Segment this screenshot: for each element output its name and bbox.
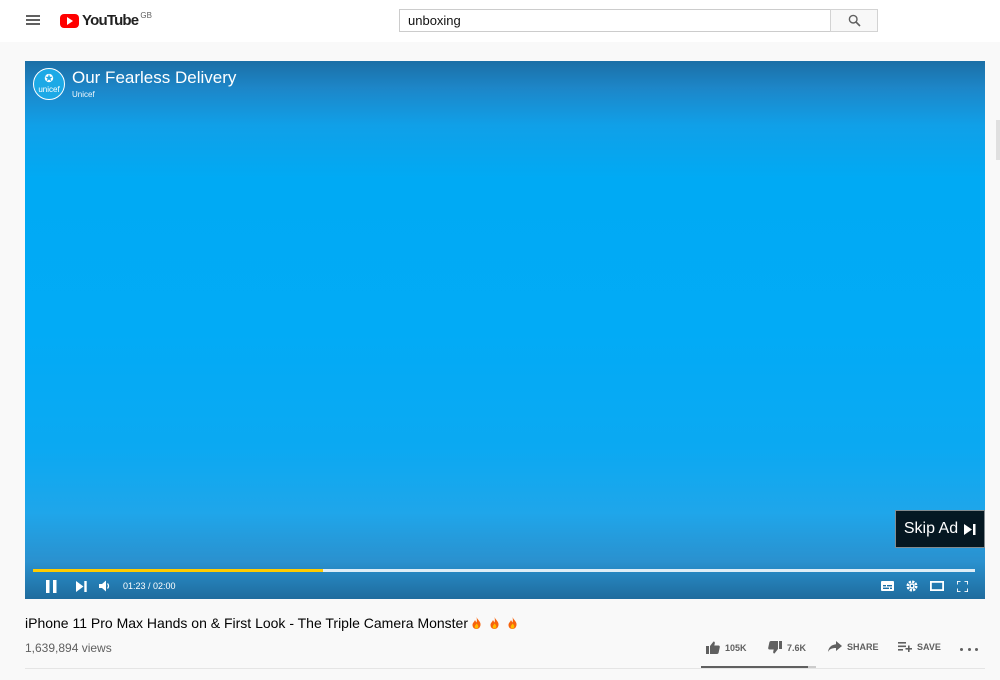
page-scrollbar[interactable] (996, 120, 1000, 160)
ad-channel: Unicef (72, 90, 95, 99)
menu-button[interactable] (22, 13, 44, 29)
like-count: 105K (725, 642, 747, 653)
playlist-add-icon (898, 642, 912, 652)
pause-button[interactable] (43, 577, 59, 595)
save-button[interactable]: SAVE (898, 641, 941, 652)
video-player[interactable]: ✪ unicef Our Fearless Delivery Unicef Sk… (25, 61, 985, 599)
skip-ad-button[interactable]: Skip Ad (895, 510, 985, 548)
more-actions-button[interactable] (960, 643, 978, 655)
hamburger-icon (26, 15, 40, 17)
search-button[interactable] (830, 9, 878, 32)
time-display: 01:23 / 02:00 (123, 581, 176, 591)
settings-icon (906, 580, 918, 592)
ad-title[interactable]: Our Fearless Delivery (72, 67, 236, 89)
thumbs-up-icon (706, 641, 720, 654)
search-icon (848, 14, 861, 27)
theater-mode-button[interactable] (928, 577, 946, 595)
next-button[interactable] (73, 577, 89, 595)
share-button[interactable]: SHARE (828, 641, 879, 652)
subtitles-button[interactable] (879, 577, 895, 595)
subtitles-icon (880, 581, 894, 591)
progress-played (33, 569, 324, 572)
youtube-play-icon (60, 14, 79, 28)
view-count: 1,639,894 views (25, 641, 112, 655)
divider (25, 668, 985, 669)
share-icon (828, 641, 842, 652)
progress-bar[interactable] (33, 569, 975, 572)
youtube-logo[interactable]: YouTube GB (60, 11, 152, 31)
logo-text: YouTube (82, 12, 139, 29)
thumbs-down-icon (768, 641, 782, 654)
fire-emoji-icon (472, 617, 481, 629)
ad-header: ✪ unicef Our Fearless Delivery Unicef (33, 67, 236, 101)
video-title: iPhone 11 Pro Max Hands on & First Look … (25, 615, 517, 631)
settings-button[interactable] (904, 577, 920, 595)
next-icon (75, 580, 87, 592)
skip-next-icon (964, 523, 976, 535)
masthead: YouTube GB (0, 0, 1000, 42)
volume-icon (99, 580, 110, 592)
pause-icon (45, 579, 56, 593)
fire-emoji-icon (490, 617, 499, 629)
region-code: GB (140, 11, 152, 20)
unicef-emblem-icon: ✪ (44, 73, 54, 85)
more-dots-icon (960, 647, 963, 651)
theater-icon (930, 581, 944, 591)
volume-button[interactable] (97, 577, 113, 595)
dislike-button[interactable]: 7.6K (768, 641, 806, 654)
fire-emoji-icon (508, 617, 517, 629)
dislike-count: 7.6K (787, 642, 807, 653)
search-input[interactable] (399, 9, 831, 32)
fullscreen-icon (956, 580, 968, 592)
like-button[interactable]: 105K (706, 641, 747, 654)
fullscreen-button[interactable] (954, 577, 970, 595)
advertiser-avatar[interactable]: ✪ unicef (33, 68, 65, 100)
